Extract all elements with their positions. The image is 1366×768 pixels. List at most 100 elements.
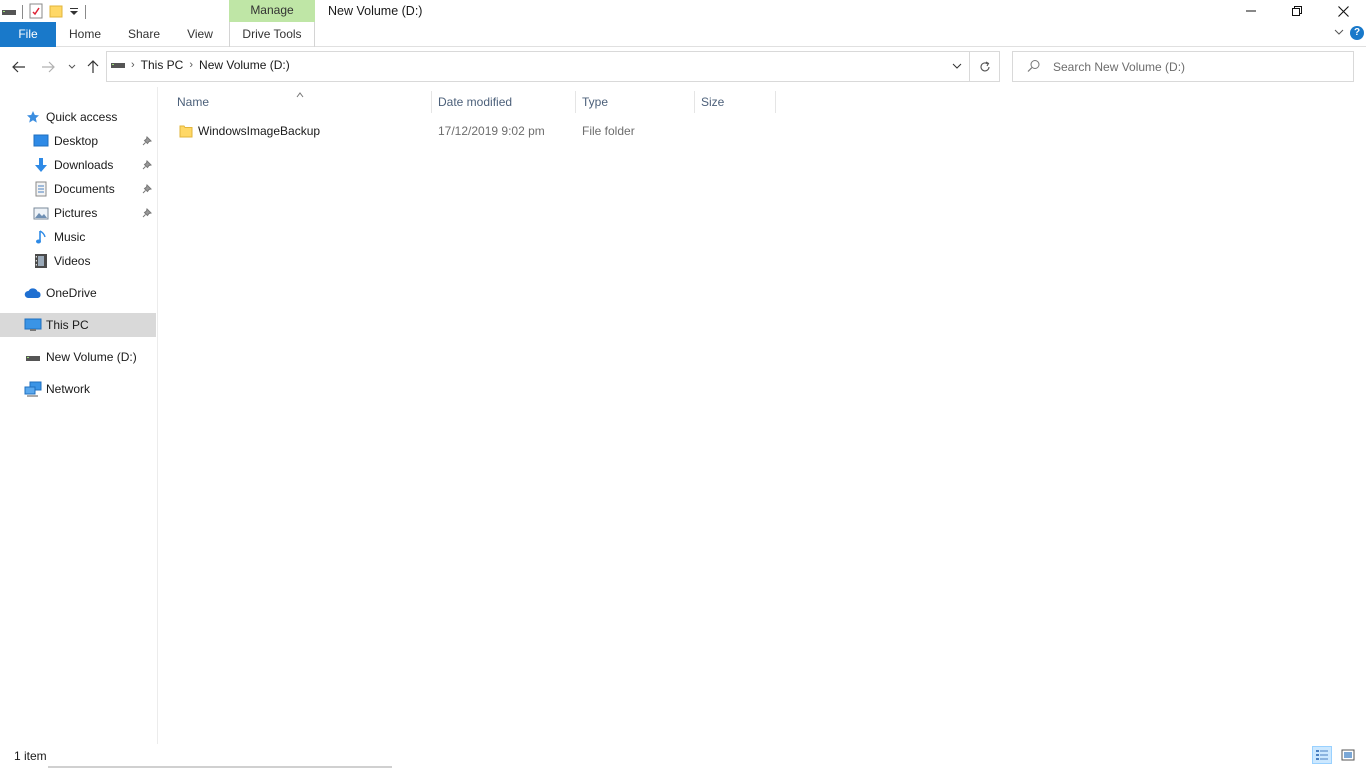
toolbar-separator <box>85 5 86 19</box>
folder-icon <box>179 123 193 145</box>
large-icons-view-icon <box>1341 749 1355 761</box>
arrow-left-icon <box>12 61 25 73</box>
minimize-button[interactable] <box>1228 0 1274 22</box>
file-type: File folder <box>582 124 635 138</box>
recent-locations-button[interactable] <box>62 57 82 77</box>
chevron-down-icon <box>1334 29 1344 35</box>
tab-view[interactable]: View <box>180 22 220 47</box>
large-icons-view-button[interactable] <box>1338 746 1358 764</box>
column-header-type[interactable]: Type <box>576 91 695 113</box>
tab-share[interactable]: Share <box>122 22 166 47</box>
arrow-up-icon <box>87 60 99 73</box>
file-list: Name Date modified Type Size WindowsImag… <box>159 87 1366 744</box>
file-date-modified: 17/12/2019 9:02 pm <box>438 124 545 138</box>
breadcrumb-this-pc[interactable]: This PC <box>141 58 184 72</box>
minimize-icon <box>1246 10 1256 12</box>
nav-item-downloads[interactable]: Downloads <box>0 153 156 177</box>
drive-icon <box>24 348 42 366</box>
tab-drive-tools[interactable]: Drive Tools <box>229 22 315 47</box>
nav-item-quick-access[interactable]: Quick access <box>0 105 156 129</box>
breadcrumb-chevron-icon[interactable]: › <box>189 59 193 71</box>
download-icon <box>32 156 50 174</box>
file-name: WindowsImageBackup <box>198 124 321 138</box>
chevron-down-icon <box>952 63 962 69</box>
refresh-button[interactable] <box>969 52 999 81</box>
search-icon <box>1027 59 1041 76</box>
nav-item-label: Documents <box>54 182 115 196</box>
tab-manage[interactable]: Manage <box>229 0 315 22</box>
nav-item-label: New Volume (D:) <box>46 350 137 364</box>
picture-icon <box>32 204 50 222</box>
pin-icon[interactable] <box>142 135 152 149</box>
nav-item-label: This PC <box>46 318 89 332</box>
document-icon <box>32 180 50 198</box>
pin-icon[interactable] <box>142 159 152 173</box>
chevron-down-icon <box>68 64 76 69</box>
status-bar: 1 item <box>0 744 1366 768</box>
new-folder-icon[interactable] <box>49 4 63 21</box>
window-controls <box>1228 0 1366 22</box>
close-icon <box>1337 5 1349 17</box>
navigation-bar: › This PC › New Volume (D:) <box>0 47 1366 87</box>
network-icon <box>24 380 42 398</box>
column-header-date-modified[interactable]: Date modified <box>432 91 576 113</box>
computer-icon <box>24 316 42 334</box>
nav-item-label: Network <box>46 382 91 396</box>
nav-item-pictures[interactable]: Pictures <box>0 201 156 225</box>
file-row[interactable]: WindowsImageBackup 17/12/2019 9:02 pm Fi… <box>169 120 775 142</box>
nav-item-videos[interactable]: Videos <box>0 249 156 273</box>
search-input[interactable] <box>1053 58 1343 76</box>
address-history-button[interactable] <box>945 52 969 81</box>
nav-item-label: Desktop <box>54 134 99 148</box>
view-toggle-group <box>1312 746 1358 764</box>
nav-item-network[interactable]: Network <box>0 377 156 401</box>
star-icon <box>24 108 42 126</box>
up-button[interactable] <box>83 57 103 77</box>
navigation-pane: Quick access Desktop Downloads Documents <box>0 87 158 744</box>
details-view-button[interactable] <box>1312 746 1332 764</box>
nav-item-label: Music <box>54 230 86 244</box>
music-icon <box>32 228 50 246</box>
nav-item-label: Downloads <box>54 158 114 172</box>
restore-button[interactable] <box>1274 0 1320 22</box>
arrow-right-icon <box>42 61 55 73</box>
toolbar-separator <box>22 5 23 19</box>
search-box[interactable] <box>1012 51 1354 82</box>
close-button[interactable] <box>1320 0 1366 22</box>
details-view-icon <box>1316 750 1328 760</box>
address-bar[interactable]: › This PC › New Volume (D:) <box>106 51 1000 82</box>
drive-icon[interactable] <box>2 5 16 19</box>
nav-item-this-pc[interactable]: This PC <box>0 313 156 337</box>
breadcrumb-new-volume[interactable]: New Volume (D:) <box>199 58 290 72</box>
nav-item-onedrive[interactable]: OneDrive <box>0 281 156 305</box>
column-header-size[interactable]: Size <box>695 91 776 113</box>
nav-item-label: Pictures <box>54 206 98 220</box>
breadcrumb-chevron-icon[interactable]: › <box>131 59 135 71</box>
column-header-name[interactable]: Name <box>171 91 432 113</box>
nav-item-label: Quick access <box>46 110 118 124</box>
tab-file[interactable]: File <box>0 22 56 47</box>
nav-item-label: Videos <box>54 254 91 268</box>
nav-item-label: OneDrive <box>46 286 97 300</box>
ribbon-tabs: File Home Share View Drive Tools ? <box>0 22 1366 47</box>
video-icon <box>32 252 50 270</box>
ribbon-right-controls: ? <box>1334 26 1364 40</box>
nav-item-desktop[interactable]: Desktop <box>0 129 156 153</box>
nav-item-documents[interactable]: Documents <box>0 177 156 201</box>
expand-ribbon-button[interactable] <box>1334 26 1344 40</box>
pin-icon[interactable] <box>142 207 152 221</box>
back-button[interactable] <box>9 57 29 77</box>
help-icon[interactable]: ? <box>1350 26 1364 40</box>
tab-home[interactable]: Home <box>62 22 108 47</box>
nav-item-music[interactable]: Music <box>0 225 156 249</box>
properties-icon[interactable] <box>29 3 43 22</box>
restore-icon <box>1292 6 1302 16</box>
title-bar: Manage New Volume (D:) <box>0 0 1366 22</box>
quick-access-toolbar <box>2 3 86 21</box>
pin-icon[interactable] <box>142 183 152 197</box>
forward-button[interactable] <box>38 57 58 77</box>
nav-item-new-volume[interactable]: New Volume (D:) <box>0 345 156 369</box>
customize-toolbar-icon[interactable] <box>69 5 79 19</box>
drive-icon <box>111 58 125 72</box>
refresh-icon <box>980 61 990 71</box>
